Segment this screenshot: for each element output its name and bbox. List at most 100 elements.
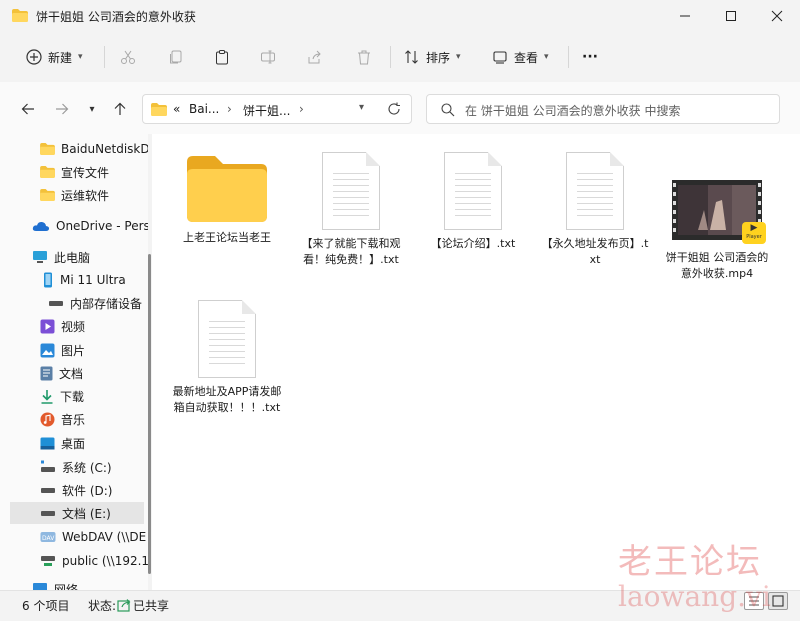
back-button[interactable] <box>18 99 38 119</box>
folder-icon <box>40 189 55 201</box>
breadcrumb-separator-icon[interactable]: › <box>299 102 304 116</box>
view-icon <box>493 51 507 64</box>
window-title: 饼干姐姐 公司酒会的意外收获 <box>36 10 196 24</box>
file-item-txt[interactable]: 【永久地址发布页】.txt <box>540 152 650 268</box>
paste-button[interactable] <box>214 42 230 72</box>
chevron-down-icon: ▾ <box>89 103 95 115</box>
file-name: 【永久地址发布页】.txt <box>541 237 649 266</box>
folder-icon <box>12 9 28 22</box>
sidebar-item-ops-software[interactable]: 运维软件 <box>40 184 109 206</box>
sidebar-item-webdav[interactable]: DAV WebDAV (\\DE <box>40 526 146 548</box>
cut-button[interactable] <box>120 42 136 72</box>
file-item-video[interactable]: ▶ Player 饼干姐姐 公司酒会的意外收获.mp4 <box>662 152 772 282</box>
minimize-button[interactable] <box>662 0 708 32</box>
sidebar-item-mi-11-ultra[interactable]: Mi 11 Ultra <box>42 269 126 291</box>
sidebar-item-label: BaiduNetdiskD <box>61 142 148 156</box>
maximize-button[interactable] <box>708 0 754 32</box>
search-box[interactable]: 在 饼干姐姐 公司酒会的意外收获 中搜索 <box>426 94 780 124</box>
sidebar-item-music[interactable]: 音乐 <box>40 408 85 430</box>
recent-locations-button[interactable]: ▾ <box>82 99 102 119</box>
close-button[interactable] <box>754 0 800 32</box>
forward-button[interactable] <box>52 99 72 119</box>
sidebar-item-documents[interactable]: 文档 <box>40 362 83 384</box>
sidebar-scrollbar[interactable] <box>148 254 151 574</box>
share-button[interactable] <box>307 42 323 72</box>
rename-button[interactable] <box>260 42 276 72</box>
arrow-up-icon <box>114 102 126 115</box>
sort-button[interactable]: 排序 ▾ <box>404 42 461 72</box>
item-count: 6 个项目 <box>22 599 70 613</box>
document-icon <box>40 366 53 380</box>
more-options-button[interactable]: ··· <box>582 42 598 72</box>
sidebar-item-label: 内部存储设备 <box>70 296 143 311</box>
search-icon <box>441 103 455 117</box>
arrow-right-icon <box>56 103 69 115</box>
delete-button[interactable] <box>356 42 372 72</box>
text-file-icon <box>198 300 256 378</box>
toolbar-divider <box>390 46 391 68</box>
breadcrumb-segment[interactable]: Bai... <box>189 102 219 116</box>
sidebar-item-downloads[interactable]: 下载 <box>40 385 84 407</box>
plus-circle-icon <box>26 49 42 65</box>
sidebar-item-label: 网络 <box>54 582 79 591</box>
view-button[interactable]: 查看 ▾ <box>492 42 549 72</box>
folder-icon <box>40 166 55 178</box>
refresh-icon[interactable] <box>387 102 401 116</box>
watermark-text: 老王论坛 <box>618 542 762 582</box>
share-state-label: 状态: <box>88 599 117 613</box>
desktop-icon <box>40 437 55 449</box>
sort-button-label: 排序 <box>426 50 451 65</box>
sidebar-item-baidunetdisk[interactable]: BaiduNetdiskD <box>40 138 148 160</box>
sidebar-item-label: 下载 <box>60 389 85 404</box>
toolbar-divider <box>104 46 105 68</box>
new-button[interactable]: 新建 ▾ <box>26 42 83 72</box>
sidebar-item-label: 文档 <box>59 366 84 381</box>
player-badge: ▶ Player <box>742 222 766 244</box>
sidebar-item-label: 图片 <box>61 343 86 358</box>
drive-icon <box>41 460 55 472</box>
sidebar-item-desktop[interactable]: 桌面 <box>40 432 85 454</box>
copy-button[interactable] <box>168 42 184 72</box>
sidebar-item-onedrive[interactable]: OneDrive - Pers <box>32 215 148 237</box>
sidebar-item-drive-e[interactable]: 文档 (E:) <box>10 502 144 524</box>
sort-icon <box>405 50 418 64</box>
sidebar-item-network[interactable]: 网络 <box>32 578 78 590</box>
sidebar-item-pictures[interactable]: 图片 <box>40 339 85 361</box>
video-thumbnail: ▶ Player <box>672 180 766 244</box>
share-state-value: 已共享 <box>133 599 170 613</box>
title-bar: 饼干姐姐 公司酒会的意外收获 <box>0 0 800 32</box>
sidebar-item-promo-files[interactable]: 宣传文件 <box>40 161 109 183</box>
copy-icon <box>170 50 182 64</box>
player-badge-label: Player <box>746 234 762 240</box>
shared-icon <box>117 599 131 612</box>
sidebar-item-videos[interactable]: 视频 <box>40 315 85 337</box>
chevron-down-icon: ▾ <box>78 52 83 62</box>
sidebar-item-label: 系统 (C:) <box>62 460 112 475</box>
sidebar-item-drive-d[interactable]: 软件 (D:) <box>40 479 112 501</box>
sidebar-item-drive-c[interactable]: 系统 (C:) <box>40 456 112 478</box>
text-file-icon <box>322 152 380 230</box>
new-button-label: 新建 <box>48 50 73 65</box>
address-bar[interactable]: « Bai... › 饼干姐... › ▾ <box>142 94 412 124</box>
breadcrumb-segment[interactable]: 饼干姐... <box>243 102 290 119</box>
breadcrumb-separator-icon: › <box>227 102 232 116</box>
file-item-folder[interactable]: 上老王论坛当老王 <box>172 152 282 246</box>
large-icons-view-button[interactable] <box>768 592 788 610</box>
sidebar-item-internal-storage[interactable]: 内部存储设备 <box>48 292 142 314</box>
sidebar-item-this-pc[interactable]: 此电脑 <box>32 246 90 268</box>
text-file-icon <box>566 152 624 230</box>
up-button[interactable] <box>110 99 130 119</box>
file-item-txt[interactable]: 【论坛介绍】.txt <box>418 152 528 252</box>
network-drive-icon <box>41 556 55 566</box>
file-item-txt[interactable]: 【来了就能下载和观看！纯免费！】.txt <box>296 152 406 268</box>
command-bar: 新建 ▾ 排序 ▾ 查看 ▾ ··· <box>0 32 800 83</box>
scissors-icon <box>121 50 135 64</box>
breadcrumb-overflow[interactable]: « <box>173 102 180 116</box>
file-item-txt[interactable]: 最新地址及APP请发邮箱自动获取！！！.txt <box>172 300 282 416</box>
sidebar-item-label: WebDAV (\\DE <box>62 530 147 544</box>
chevron-down-icon[interactable]: ▾ <box>359 102 364 113</box>
clipboard-icon <box>216 50 228 65</box>
sidebar-item-public-share[interactable]: public (\\192.1 <box>40 550 148 572</box>
sidebar-item-label: 音乐 <box>61 412 86 427</box>
toolbar-divider <box>568 46 569 68</box>
